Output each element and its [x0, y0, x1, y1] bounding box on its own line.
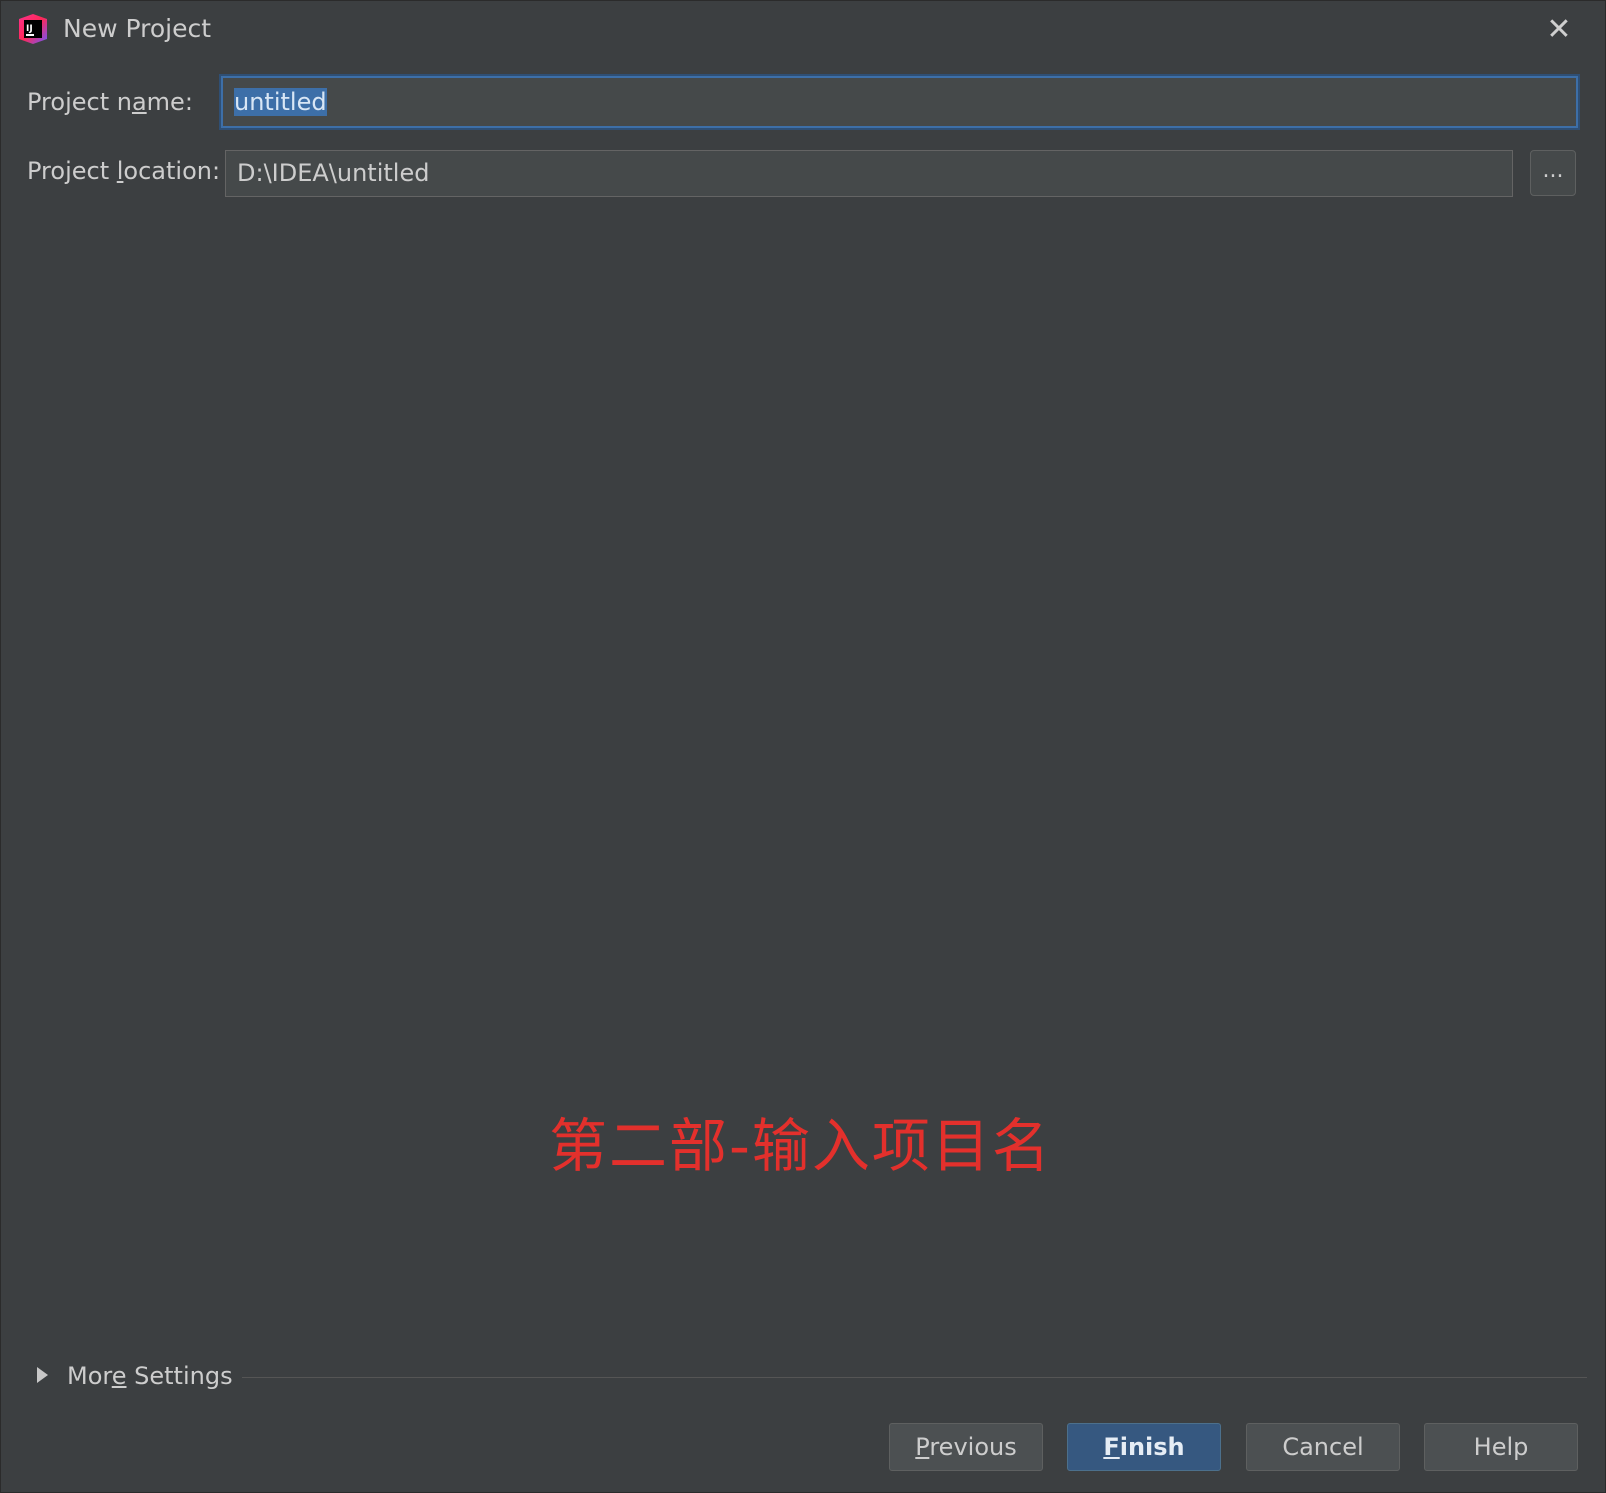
- title-bar: IJ New Project ✕: [1, 1, 1606, 61]
- close-icon[interactable]: ✕: [1542, 13, 1576, 47]
- intellij-idea-icon: IJ: [19, 14, 47, 44]
- annotation-text: 第二部-输入项目名: [549, 1112, 1052, 1180]
- finish-button[interactable]: Finish: [1067, 1423, 1221, 1471]
- more-settings-label: More Settings: [67, 1362, 233, 1390]
- expand-triangle-icon: [37, 1367, 48, 1383]
- cancel-button[interactable]: Cancel: [1246, 1423, 1400, 1471]
- svg-text:IJ: IJ: [26, 24, 33, 34]
- project-name-label: Project name:: [27, 88, 193, 116]
- project-location-input[interactable]: D:\IDEA\untitled: [225, 150, 1513, 197]
- project-name-input[interactable]: untitled: [221, 76, 1578, 128]
- more-settings-toggle[interactable]: More Settings: [37, 1359, 1587, 1393]
- project-location-label: Project location:: [27, 157, 221, 185]
- divider: [242, 1377, 1587, 1378]
- help-button[interactable]: Help: [1424, 1423, 1578, 1471]
- browse-button[interactable]: ...: [1530, 150, 1576, 196]
- window-title: New Project: [63, 14, 212, 43]
- project-location-value: D:\IDEA\untitled: [237, 159, 430, 187]
- new-project-dialog: IJ New Project ✕ Project name: untitled …: [0, 0, 1606, 1493]
- project-name-value: untitled: [234, 88, 327, 116]
- previous-button[interactable]: Previous: [889, 1423, 1043, 1471]
